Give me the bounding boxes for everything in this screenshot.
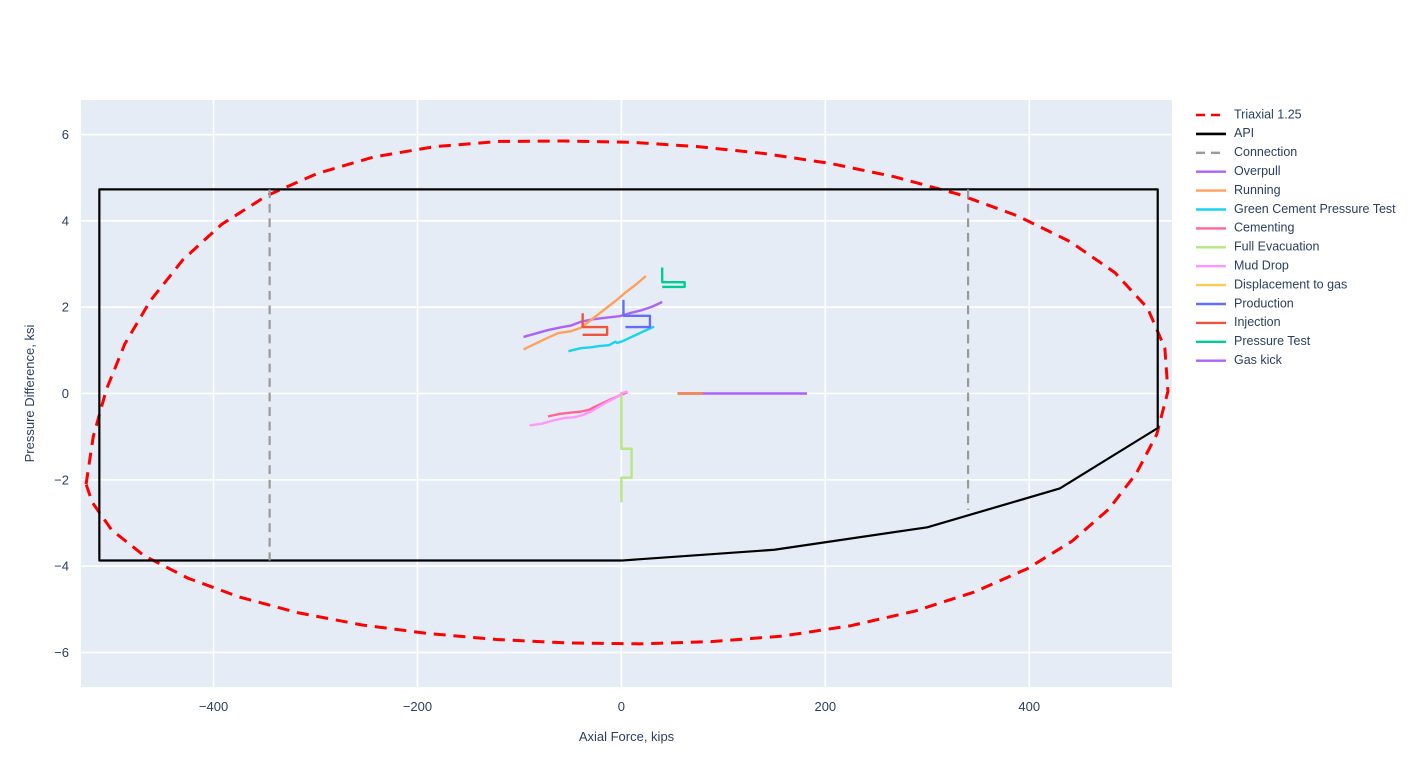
legend-item[interactable]: API [1196, 126, 1254, 140]
x-axis-title: Axial Force, kips [579, 729, 675, 744]
y-tick-label: −6 [54, 645, 69, 660]
x-tick-label: 0 [618, 699, 625, 714]
legend-item[interactable]: Running [1196, 183, 1281, 197]
y-tick-label: 4 [62, 213, 69, 228]
y-tick-label: −2 [54, 472, 69, 487]
legend-item[interactable]: Injection [1196, 315, 1281, 329]
legend-item[interactable]: Green Cement Pressure Test [1196, 202, 1396, 216]
legend-item[interactable]: Production [1196, 296, 1294, 310]
legend-label: Production [1234, 296, 1294, 310]
legend-item[interactable]: Triaxial 1.25 [1196, 107, 1302, 121]
legend-label: Mud Drop [1234, 258, 1289, 272]
y-tick-label: −4 [54, 559, 69, 574]
legend-label: Injection [1234, 315, 1281, 329]
chart-figure: −400 −200 0 200 400 −6 −4 −2 0 2 4 6 Axial Force, ki… [0, 0, 1424, 773]
plot-canvas: −400 −200 0 200 400 −6 −4 −2 0 2 4 6 Axial Force, ki… [22, 100, 1396, 744]
legend-label: Cementing [1234, 221, 1294, 235]
legend-item[interactable]: Pressure Test [1196, 334, 1311, 348]
y-axis-title: Pressure Difference, ksi [22, 325, 37, 463]
x-tick-label: −200 [403, 699, 432, 714]
legend-item[interactable]: Mud Drop [1196, 258, 1289, 272]
y-tick-label: 0 [62, 386, 69, 401]
legend-item[interactable]: Full Evacuation [1196, 240, 1320, 254]
legend-label: Displacement to gas [1234, 277, 1347, 291]
legend-label: Pressure Test [1234, 334, 1311, 348]
y-tick-label: 6 [62, 127, 69, 142]
legend-label: Running [1234, 183, 1281, 197]
x-tick-label: −400 [199, 699, 228, 714]
legend-item[interactable]: Gas kick [1196, 353, 1283, 367]
x-tick-label: 400 [1018, 699, 1040, 714]
legend-label: Green Cement Pressure Test [1234, 202, 1396, 216]
x-tick-label: 200 [814, 699, 836, 714]
legend-item[interactable]: Overpull [1196, 164, 1281, 178]
legend-label: Triaxial 1.25 [1234, 107, 1302, 121]
legend-label: Overpull [1234, 164, 1281, 178]
legend: Triaxial 1.25 API Connection Overpull Runnin… [1196, 107, 1396, 367]
legend-item[interactable]: Displacement to gas [1196, 277, 1347, 291]
legend-item[interactable]: Cementing [1196, 221, 1294, 235]
legend-label: Full Evacuation [1234, 240, 1320, 254]
legend-label: Gas kick [1234, 353, 1283, 367]
y-tick-label: 2 [62, 300, 69, 315]
legend-label: Connection [1234, 145, 1297, 159]
legend-item[interactable]: Connection [1196, 145, 1297, 159]
legend-label: API [1234, 126, 1254, 140]
